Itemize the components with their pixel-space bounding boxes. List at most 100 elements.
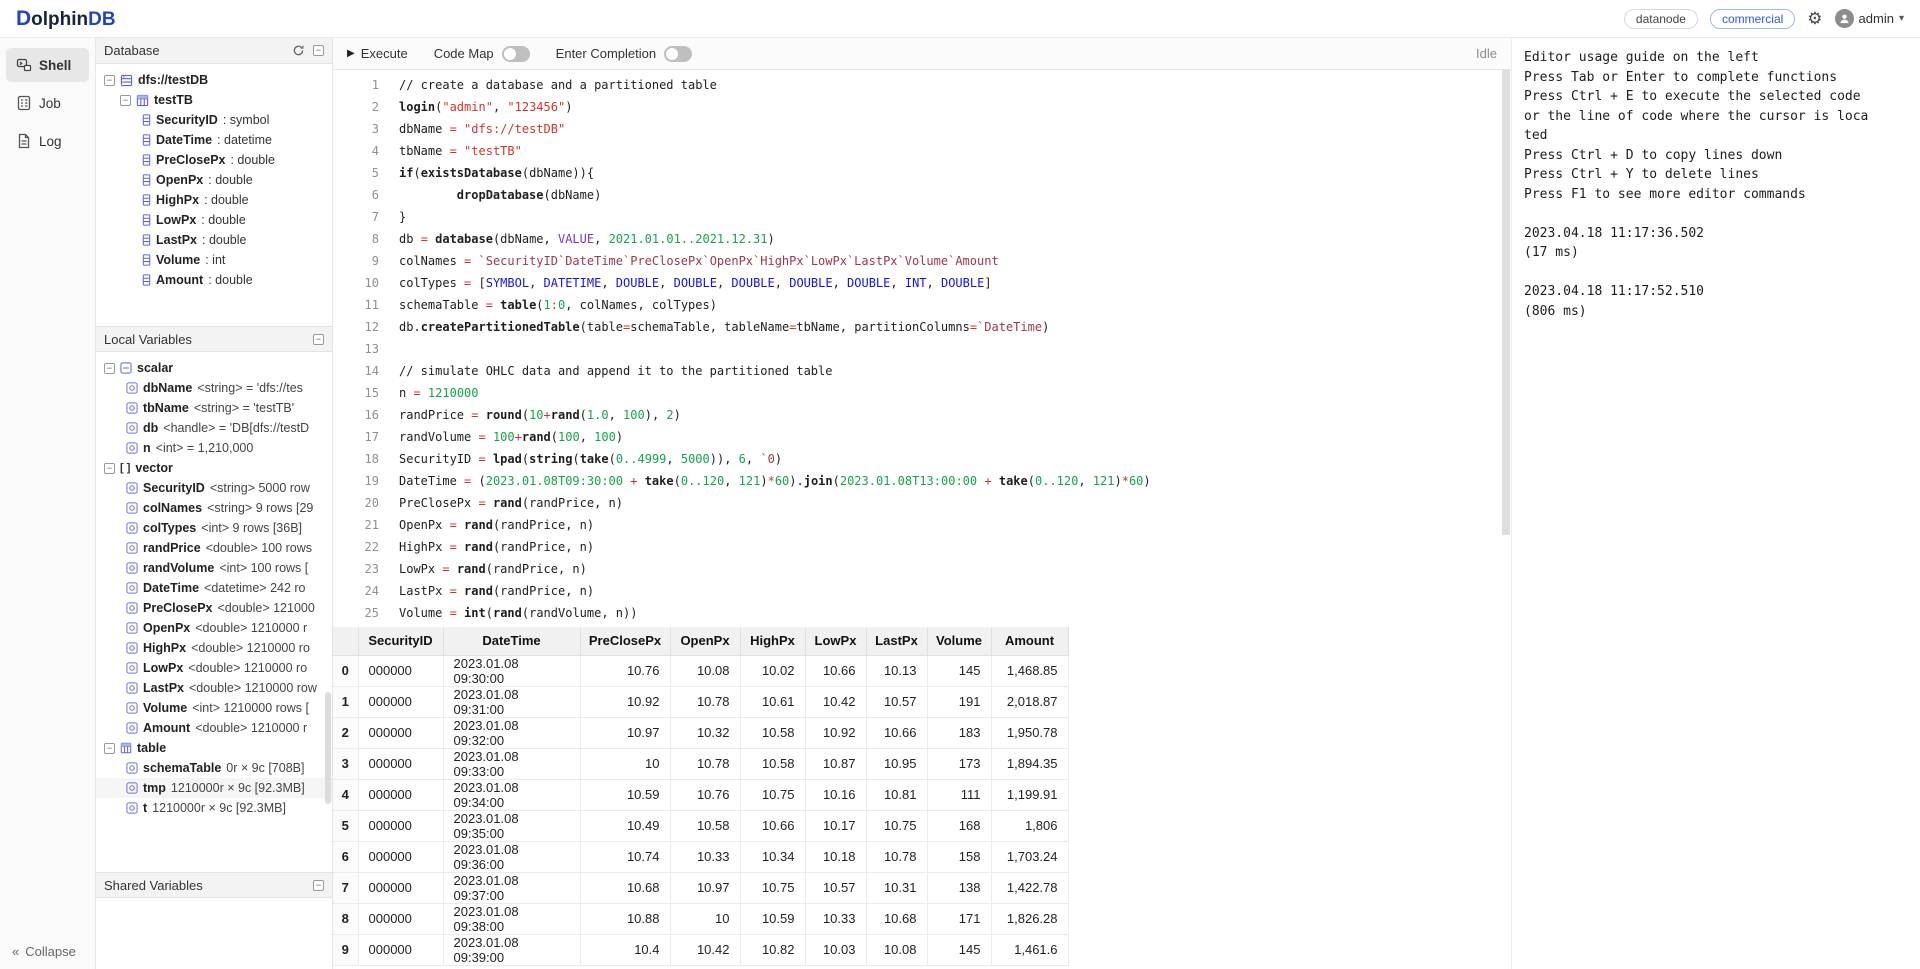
table-cell[interactable]: 000000: [358, 686, 443, 717]
table-cell[interactable]: 000000: [358, 655, 443, 686]
table-cell[interactable]: 000000: [358, 748, 443, 779]
table-cell[interactable]: 2,018.87: [991, 686, 1068, 717]
datanode-button[interactable]: datanode: [1624, 9, 1698, 29]
db-column[interactable]: DateTime: datetime: [96, 130, 332, 150]
code-line-text[interactable]: SecurityID = lpad(string(take(0..4999, 5…: [399, 448, 782, 470]
table-cell[interactable]: 000000: [358, 717, 443, 748]
variable-item[interactable]: SecurityID<string> 5000 row: [96, 478, 332, 498]
table-cell[interactable]: 1,806: [991, 810, 1068, 841]
table-cell[interactable]: 158: [927, 841, 991, 872]
table-cell[interactable]: 10.61: [740, 686, 805, 717]
code-line-text[interactable]: login("admin", "123456"): [399, 96, 572, 118]
table-cell[interactable]: 10.31: [866, 872, 927, 903]
table-cell[interactable]: 10.78: [670, 686, 740, 717]
table-cell[interactable]: 145: [927, 934, 991, 965]
table-cell[interactable]: 10.75: [740, 779, 805, 810]
variables-scrollbar[interactable]: [325, 692, 331, 804]
variable-item[interactable]: Volume<int> 1210000 rows [: [96, 698, 332, 718]
table-cell[interactable]: 2023.01.08 09:32:00: [443, 717, 580, 748]
db-column[interactable]: OpenPx: double: [96, 170, 332, 190]
editor-scrollbar[interactable]: [1501, 70, 1511, 627]
table-cell[interactable]: 000000: [358, 872, 443, 903]
variable-group-table[interactable]: −table: [96, 738, 332, 758]
collapse-sidebar-button[interactable]: « Collapse: [0, 934, 95, 969]
table-cell[interactable]: 000000: [358, 934, 443, 965]
table-node[interactable]: − testTB: [96, 90, 332, 110]
code-line-text[interactable]: tbName = "testTB": [399, 140, 522, 162]
code-line-text[interactable]: HighPx = rand(randPrice, n): [399, 536, 594, 558]
table-cell[interactable]: 10.58: [740, 717, 805, 748]
table-cell[interactable]: 000000: [358, 779, 443, 810]
table-cell[interactable]: 000000: [358, 841, 443, 872]
table-cell[interactable]: 10.78: [866, 841, 927, 872]
refresh-icon[interactable]: [292, 44, 305, 57]
database-node[interactable]: − dfs://testDB: [96, 70, 332, 90]
table-cell[interactable]: 138: [927, 872, 991, 903]
execute-button[interactable]: ▶ Execute: [347, 46, 408, 61]
code-line-text[interactable]: colTypes = [SYMBOL, DATETIME, DOUBLE, DO…: [399, 272, 992, 294]
code-line-text[interactable]: db.createPartitionedTable(table=schemaTa…: [399, 316, 1049, 338]
table-cell[interactable]: 10.42: [805, 686, 866, 717]
table-cell[interactable]: 10.57: [866, 686, 927, 717]
table-cell[interactable]: 10.18: [805, 841, 866, 872]
variable-item[interactable]: HighPx<double> 1210000 ro: [96, 638, 332, 658]
table-cell[interactable]: 2023.01.08 09:37:00: [443, 872, 580, 903]
table-cell[interactable]: 2023.01.08 09:36:00: [443, 841, 580, 872]
collapse-variables-panel-icon[interactable]: −: [313, 334, 324, 345]
table-cell[interactable]: 10.34: [740, 841, 805, 872]
table-cell[interactable]: 10.76: [580, 655, 670, 686]
db-column[interactable]: Amount: double: [96, 270, 332, 290]
table-cell[interactable]: 1,199.91: [991, 779, 1068, 810]
table-cell[interactable]: 10.74: [580, 841, 670, 872]
table-cell[interactable]: 10.59: [740, 903, 805, 934]
variable-item[interactable]: db<handle> = 'DB[dfs://testD: [96, 418, 332, 438]
table-cell[interactable]: 10.66: [805, 655, 866, 686]
table-cell[interactable]: 1,950.78: [991, 717, 1068, 748]
expander-icon[interactable]: −: [104, 743, 115, 754]
db-column[interactable]: Volume: int: [96, 250, 332, 270]
table-cell[interactable]: 2023.01.08 09:30:00: [443, 655, 580, 686]
table-cell[interactable]: 10.92: [580, 686, 670, 717]
table-cell[interactable]: 10.92: [805, 717, 866, 748]
table-cell[interactable]: 10.75: [866, 810, 927, 841]
table-cell[interactable]: 10.03: [805, 934, 866, 965]
code-line-text[interactable]: randPrice = round(10+rand(1.0, 100), 2): [399, 404, 681, 426]
table-cell[interactable]: 10.97: [670, 872, 740, 903]
table-cell[interactable]: 10.81: [866, 779, 927, 810]
db-column[interactable]: PreClosePx: double: [96, 150, 332, 170]
variable-item[interactable]: tmp 1210000r × 9c [92.3MB]: [96, 778, 332, 798]
gear-icon[interactable]: ⚙: [1807, 10, 1822, 27]
code-line-text[interactable]: PreClosePx = rand(randPrice, n): [399, 492, 623, 514]
user-menu[interactable]: admin ▾: [1835, 9, 1904, 28]
expander-icon[interactable]: −: [104, 463, 115, 474]
table-cell[interactable]: 10.95: [866, 748, 927, 779]
variable-item[interactable]: n<int> = 1,210,000: [96, 438, 332, 458]
table-cell[interactable]: 2023.01.08 09:34:00: [443, 779, 580, 810]
table-cell[interactable]: 10.66: [866, 717, 927, 748]
variable-item[interactable]: t 1210000r × 9c [92.3MB]: [96, 798, 332, 818]
table-cell[interactable]: 10.33: [670, 841, 740, 872]
editor-scrollbar-thumb[interactable]: [1502, 70, 1510, 535]
sidebar-item-shell[interactable]: Shell: [6, 48, 89, 82]
db-column[interactable]: LowPx: double: [96, 210, 332, 230]
table-cell[interactable]: 183: [927, 717, 991, 748]
code-line-text[interactable]: if(existsDatabase(dbName)){: [399, 162, 594, 184]
code-editor[interactable]: 1// create a database and a partitioned …: [333, 70, 1511, 627]
table-cell[interactable]: 1,894.35: [991, 748, 1068, 779]
table-cell[interactable]: 10.97: [580, 717, 670, 748]
column-header[interactable]: PreClosePx: [580, 627, 670, 655]
variable-item[interactable]: schemaTable 0r × 9c [708B]: [96, 758, 332, 778]
table-cell[interactable]: 2023.01.08 09:35:00: [443, 810, 580, 841]
table-cell[interactable]: 10.58: [740, 748, 805, 779]
table-cell[interactable]: 10.87: [805, 748, 866, 779]
dolphindb-logo[interactable]: DolphinDB: [16, 7, 116, 31]
code-line-text[interactable]: n = 1210000: [399, 382, 479, 404]
code-line-text[interactable]: colNames = `SecurityID`DateTime`PreClose…: [399, 250, 999, 272]
table-cell[interactable]: 1,826.28: [991, 903, 1068, 934]
variable-group-scalar[interactable]: −scalar: [96, 358, 332, 378]
code-line-text[interactable]: LowPx = rand(randPrice, n): [399, 558, 587, 580]
table-cell[interactable]: 173: [927, 748, 991, 779]
table-cell[interactable]: 10.82: [740, 934, 805, 965]
table-cell[interactable]: 10.32: [670, 717, 740, 748]
enter-completion-toggle[interactable]: [664, 46, 692, 62]
